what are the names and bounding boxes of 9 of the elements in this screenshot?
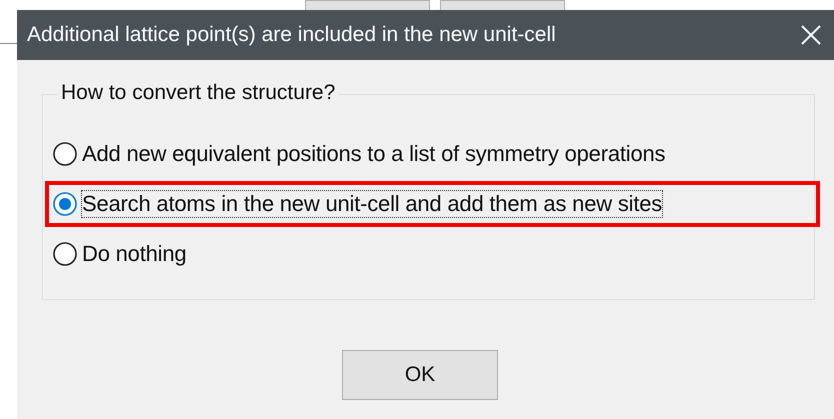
option-label[interactable]: Search atoms in the new unit-cell and add them as new sites <box>81 190 664 218</box>
window-title: Additional lattice point(s) are included in the new unit-cell <box>27 23 557 47</box>
radio-button[interactable] <box>53 142 77 166</box>
close-icon[interactable] <box>800 24 822 46</box>
ok-button[interactable]: OK <box>342 350 498 400</box>
radio-button[interactable] <box>53 242 77 266</box>
option-label[interactable]: Add new equivalent positions to a list of symmetry operations <box>81 140 666 168</box>
option-label[interactable]: Do nothing <box>81 240 188 268</box>
radio-button[interactable] <box>53 192 77 216</box>
